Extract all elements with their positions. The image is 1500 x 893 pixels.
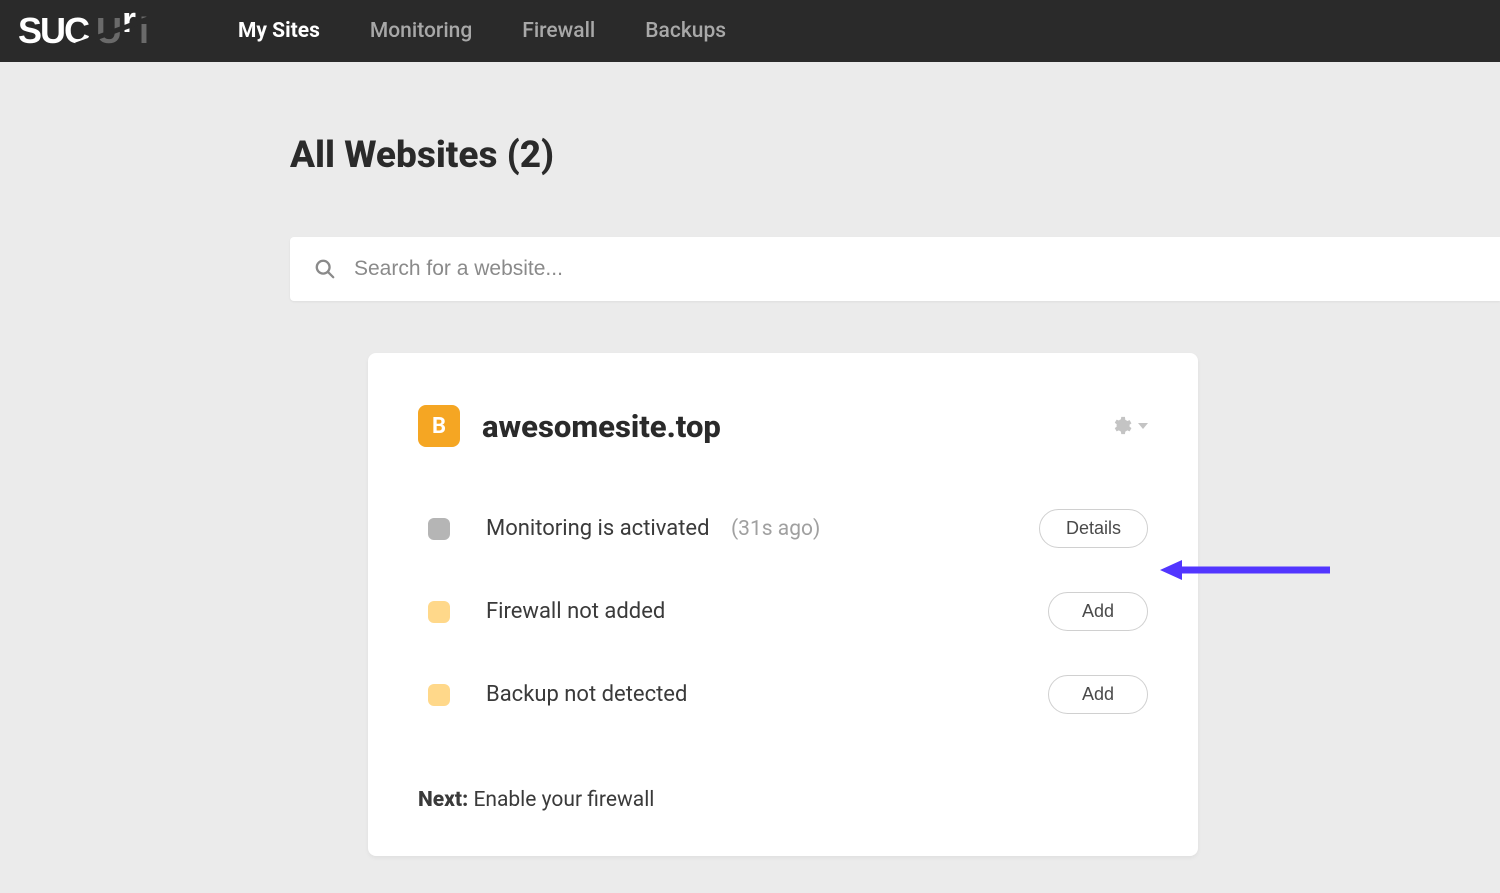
- add-backup-button[interactable]: Add: [1048, 675, 1148, 714]
- nav-item-firewall[interactable]: Firewall: [522, 19, 595, 43]
- sucuri-logo[interactable]: SUC U r i: [18, 11, 178, 51]
- svg-text:i: i: [139, 11, 147, 51]
- status-row-firewall: Firewall not added Add: [418, 578, 1148, 645]
- card-header: B awesomesite.top: [418, 405, 1148, 447]
- nav-items: My Sites Monitoring Firewall Backups: [238, 19, 726, 43]
- gear-icon: [1110, 415, 1132, 437]
- search-bar[interactable]: [290, 237, 1500, 301]
- page-content: All Websites (2) B awesomesite.top Monit…: [0, 134, 1500, 856]
- next-step: Next: Enable your firewall: [418, 788, 1148, 812]
- logo-icon: SUC U r i: [18, 11, 178, 51]
- settings-dropdown[interactable]: [1110, 415, 1148, 437]
- status-indicator: [428, 684, 450, 706]
- status-row-monitoring: Monitoring is activated (31s ago) Detail…: [418, 495, 1148, 562]
- add-firewall-button[interactable]: Add: [1048, 592, 1148, 631]
- status-indicator: [428, 601, 450, 623]
- next-label: Next:: [418, 788, 468, 812]
- page-title: All Websites (2): [290, 134, 1500, 177]
- search-input[interactable]: [354, 257, 1500, 281]
- status-timestamp: (31s ago): [731, 517, 820, 541]
- site-name[interactable]: awesomesite.top: [482, 408, 721, 445]
- site-card: B awesomesite.top Monitoring is activate…: [368, 353, 1198, 856]
- search-icon: [314, 258, 336, 280]
- top-navigation: SUC U r i My Sites Monitoring Firewall B…: [0, 0, 1500, 62]
- status-text: Firewall not added: [486, 599, 1048, 624]
- site-badge: B: [418, 405, 460, 447]
- details-button[interactable]: Details: [1039, 509, 1148, 548]
- next-text: Enable your firewall: [473, 788, 654, 812]
- status-text: Monitoring is activated (31s ago): [486, 516, 1039, 541]
- nav-item-monitoring[interactable]: Monitoring: [370, 19, 472, 43]
- chevron-down-icon: [1138, 421, 1148, 431]
- nav-item-backups[interactable]: Backups: [645, 19, 726, 43]
- status-indicator: [428, 518, 450, 540]
- status-text: Backup not detected: [486, 682, 1048, 707]
- status-row-backup: Backup not detected Add: [418, 661, 1148, 728]
- nav-item-my-sites[interactable]: My Sites: [238, 19, 320, 43]
